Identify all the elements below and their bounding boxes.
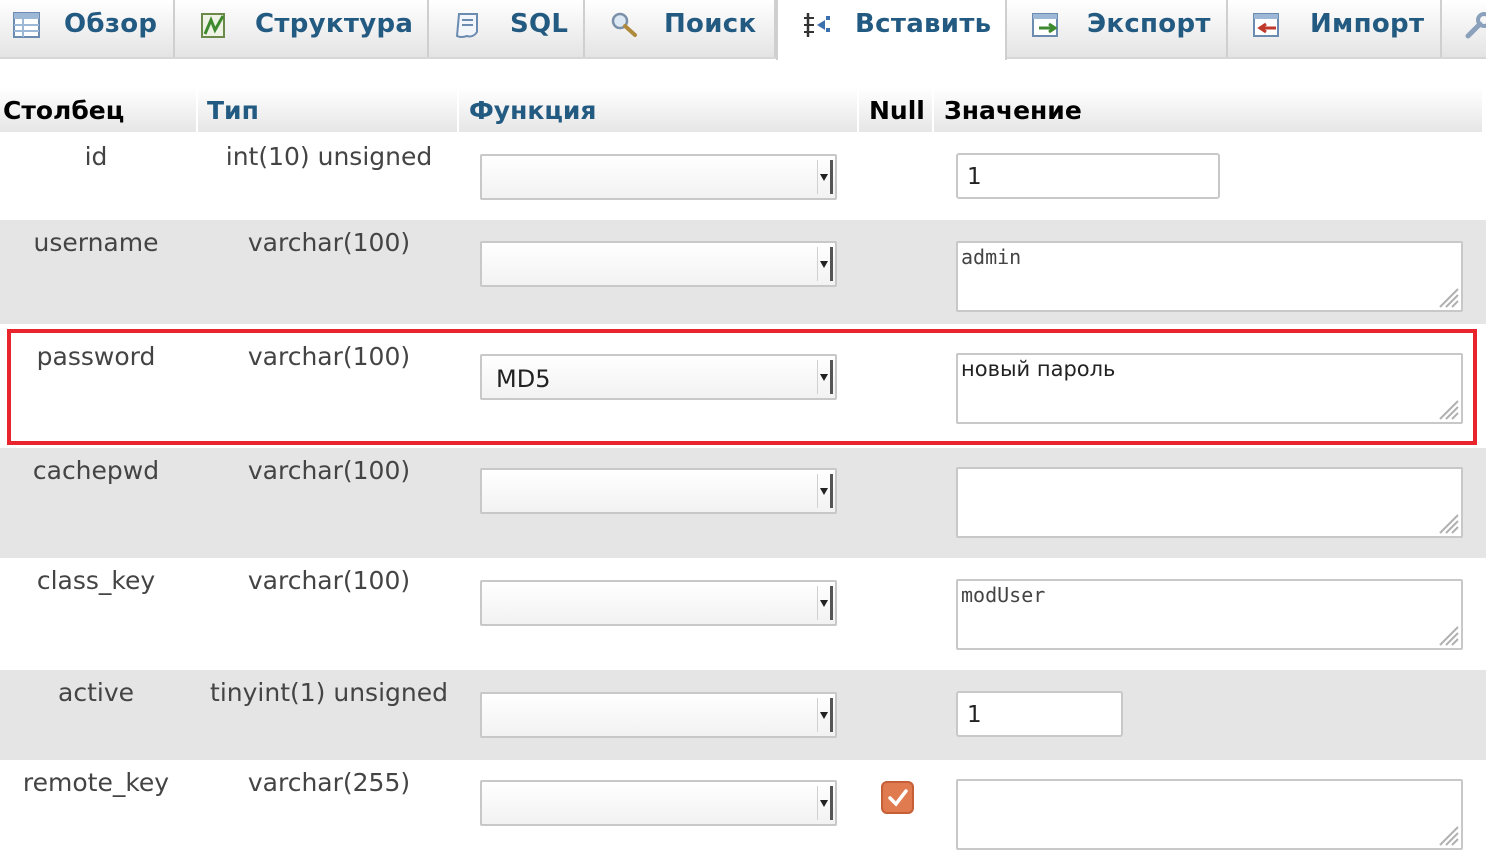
header-column: Столбец (0, 88, 198, 132)
function-select[interactable] (480, 468, 837, 514)
column-type: int(10) unsigned (225, 142, 433, 171)
column-name: active (58, 678, 134, 707)
tab-label: Структура (255, 9, 414, 39)
chevron-down-icon (817, 474, 833, 508)
tab-import[interactable]: Импорт (1228, 0, 1442, 57)
table-row: password varchar(100) MD5 новый пароль (0, 324, 1486, 448)
tab-label: Обзор (64, 9, 158, 39)
column-name: password (36, 342, 156, 371)
table-row: cachepwd varchar(100) (0, 448, 1486, 558)
tab-label: Поиск (664, 9, 757, 39)
resize-grip-icon[interactable] (1432, 281, 1460, 309)
null-checkbox[interactable] (881, 781, 914, 814)
import-icon (1253, 13, 1279, 37)
value-textarea[interactable]: modUser (956, 579, 1463, 650)
function-select[interactable] (480, 154, 837, 200)
column-name: username (33, 228, 159, 257)
chevron-down-icon (817, 360, 833, 394)
table-row: username varchar(100) admin (0, 220, 1486, 324)
value-input[interactable]: 1 (956, 153, 1220, 199)
value-textarea[interactable]: admin (956, 241, 1463, 312)
resize-grip-icon[interactable] (1432, 393, 1460, 421)
column-name: cachepwd (32, 456, 160, 485)
tab-label: Вставить (855, 9, 992, 39)
function-select[interactable] (480, 241, 837, 287)
search-magnifier-icon (611, 12, 637, 37)
header-function[interactable]: Функция (459, 88, 859, 132)
function-select[interactable] (480, 692, 837, 738)
column-name: class_key (36, 566, 156, 595)
column-type: varchar(100) (247, 566, 411, 595)
tab-label: Экспорт (1087, 9, 1211, 39)
chevron-down-icon (817, 247, 833, 281)
tab-insert[interactable]: Вставить (776, 0, 1007, 60)
value-textarea[interactable]: новый пароль (956, 353, 1463, 424)
value-textarea[interactable] (956, 467, 1463, 538)
resize-grip-icon[interactable] (1432, 819, 1460, 847)
value-input[interactable]: 1 (956, 691, 1123, 737)
resize-grip-icon[interactable] (1432, 507, 1460, 535)
table-row: class_key varchar(100) modUser (0, 558, 1486, 670)
structure-icon (201, 13, 225, 38)
tab-browse[interactable]: Обзор (0, 0, 175, 57)
insert-row-icon (804, 13, 830, 37)
chevron-down-icon (817, 786, 833, 820)
tab-operations[interactable] (1442, 0, 1486, 57)
table-browse-icon (13, 12, 40, 38)
column-name: id (84, 142, 108, 171)
tab-structure[interactable]: Структура (175, 0, 429, 57)
table-row: remote_key varchar(255) (0, 760, 1486, 868)
value-textarea[interactable] (956, 779, 1463, 850)
function-select[interactable] (480, 780, 837, 826)
tab-bar: Обзор Структура SQL Поиск Вставить Экспо… (0, 0, 1486, 60)
tab-label: Импорт (1310, 9, 1425, 39)
tab-export[interactable]: Экспорт (1007, 0, 1228, 57)
checkmark-icon (888, 789, 908, 807)
column-type: varchar(100) (247, 456, 411, 485)
chevron-down-icon (817, 698, 833, 732)
column-type: varchar(100) (247, 342, 411, 371)
sql-document-icon (455, 13, 478, 38)
column-type: varchar(255) (247, 768, 411, 797)
table-row: id int(10) unsigned 1 (0, 134, 1486, 220)
function-select[interactable] (480, 580, 837, 626)
header-value: Значение (944, 96, 1082, 125)
insert-table-header: Столбец Тип Функция Null Значение (0, 88, 1482, 132)
wrench-icon (1465, 12, 1486, 39)
chevron-down-icon (817, 586, 833, 620)
resize-grip-icon[interactable] (1432, 619, 1460, 647)
tab-search[interactable]: Поиск (585, 0, 776, 57)
tab-label: SQL (510, 9, 569, 39)
column-type: tinyint(1) unsigned (210, 678, 448, 707)
tab-sql[interactable]: SQL (429, 0, 585, 57)
function-select[interactable]: MD5 (480, 354, 837, 400)
chevron-down-icon (817, 160, 833, 194)
header-null: Null (859, 88, 934, 132)
export-icon (1032, 13, 1058, 37)
column-type: varchar(100) (247, 228, 411, 257)
header-type[interactable]: Тип (198, 88, 459, 132)
column-name: remote_key (22, 768, 170, 797)
table-row: active tinyint(1) unsigned 1 (0, 670, 1486, 760)
